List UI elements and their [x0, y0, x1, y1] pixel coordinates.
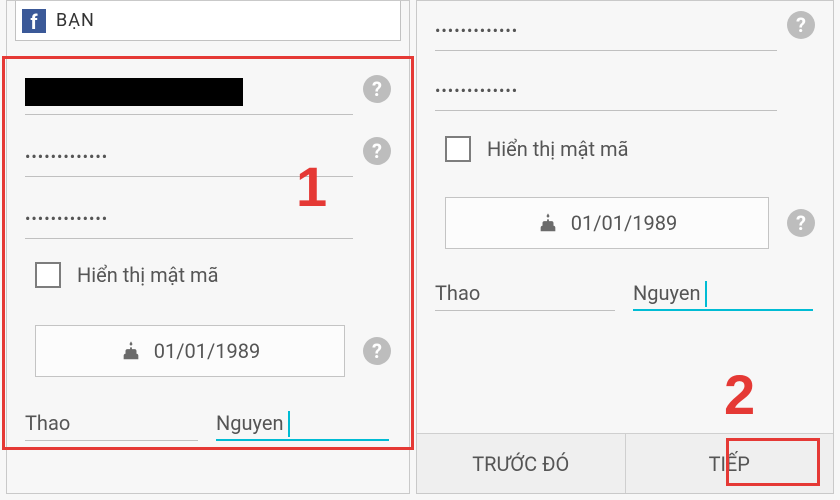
confirm-password-field[interactable]: •••••••••••••	[25, 191, 353, 239]
last-name-field[interactable]: Nguyen	[633, 271, 813, 311]
birthdate-value: 01/01/1989	[154, 339, 260, 363]
last-name-value: Nguyen	[216, 411, 284, 435]
password-field[interactable]: •••••••••••••	[25, 129, 353, 177]
show-password-checkbox[interactable]	[445, 136, 471, 162]
facebook-icon: f	[22, 9, 46, 33]
last-name-value: Nguyen	[633, 281, 701, 305]
birthday-cake-icon	[120, 340, 142, 362]
facebook-account-row[interactable]: f BẠN	[15, 1, 401, 41]
first-name-value: Thao	[25, 411, 70, 435]
birthdate-value: 01/01/1989	[571, 211, 677, 235]
password-mask: •••••••••••••	[435, 21, 518, 40]
first-name-field[interactable]: Thao	[25, 401, 198, 441]
help-icon[interactable]: ?	[363, 75, 391, 103]
password-mask: •••••••••••••	[435, 81, 518, 100]
help-icon[interactable]: ?	[363, 137, 391, 165]
redacted-bar	[25, 78, 243, 106]
show-password-label: Hiển thị mật mã	[77, 263, 218, 287]
show-password-row[interactable]: Hiển thị mật mã	[445, 129, 628, 169]
back-button-label: TRƯỚC ĐÓ	[472, 452, 569, 476]
field-underline-active	[633, 309, 813, 311]
first-name-value: Thao	[435, 281, 480, 305]
panel-step-1: f BẠN ? ••••••••••••• ? ••••••••••••• Hi…	[6, 0, 410, 494]
back-button[interactable]: TRƯỚC ĐÓ	[417, 434, 625, 493]
field-underline	[435, 310, 615, 311]
field-underline-active	[216, 439, 389, 441]
confirm-password-field[interactable]: •••••••••••••	[435, 63, 777, 111]
birthday-cake-icon	[537, 212, 559, 234]
facebook-account-label: BẠN	[56, 10, 95, 31]
birthdate-button[interactable]: 01/01/1989	[35, 325, 345, 377]
birthdate-button[interactable]: 01/01/1989	[445, 197, 769, 249]
next-button-label: TIẾP	[709, 452, 750, 476]
password-field[interactable]: •••••••••••••	[435, 3, 777, 51]
show-password-row[interactable]: Hiển thị mật mã	[35, 255, 218, 295]
next-button[interactable]: TIẾP	[626, 434, 834, 493]
first-name-field[interactable]: Thao	[435, 271, 615, 311]
show-password-checkbox[interactable]	[35, 262, 61, 288]
help-icon[interactable]: ?	[787, 11, 815, 39]
text-caret	[705, 281, 707, 307]
last-name-field[interactable]: Nguyen	[216, 401, 389, 441]
email-field[interactable]	[25, 67, 353, 115]
panel-step-2: ••••••••••••• ? ••••••••••••• Hiển thị m…	[416, 0, 834, 494]
help-icon[interactable]: ?	[787, 209, 815, 237]
bottom-nav-bar: TRƯỚC ĐÓ TIẾP	[417, 433, 833, 493]
help-icon[interactable]: ?	[363, 337, 391, 365]
text-caret	[288, 411, 290, 437]
show-password-label: Hiển thị mật mã	[487, 137, 628, 161]
field-underline	[25, 440, 198, 441]
password-mask: •••••••••••••	[25, 209, 108, 228]
password-mask: •••••••••••••	[25, 147, 108, 166]
